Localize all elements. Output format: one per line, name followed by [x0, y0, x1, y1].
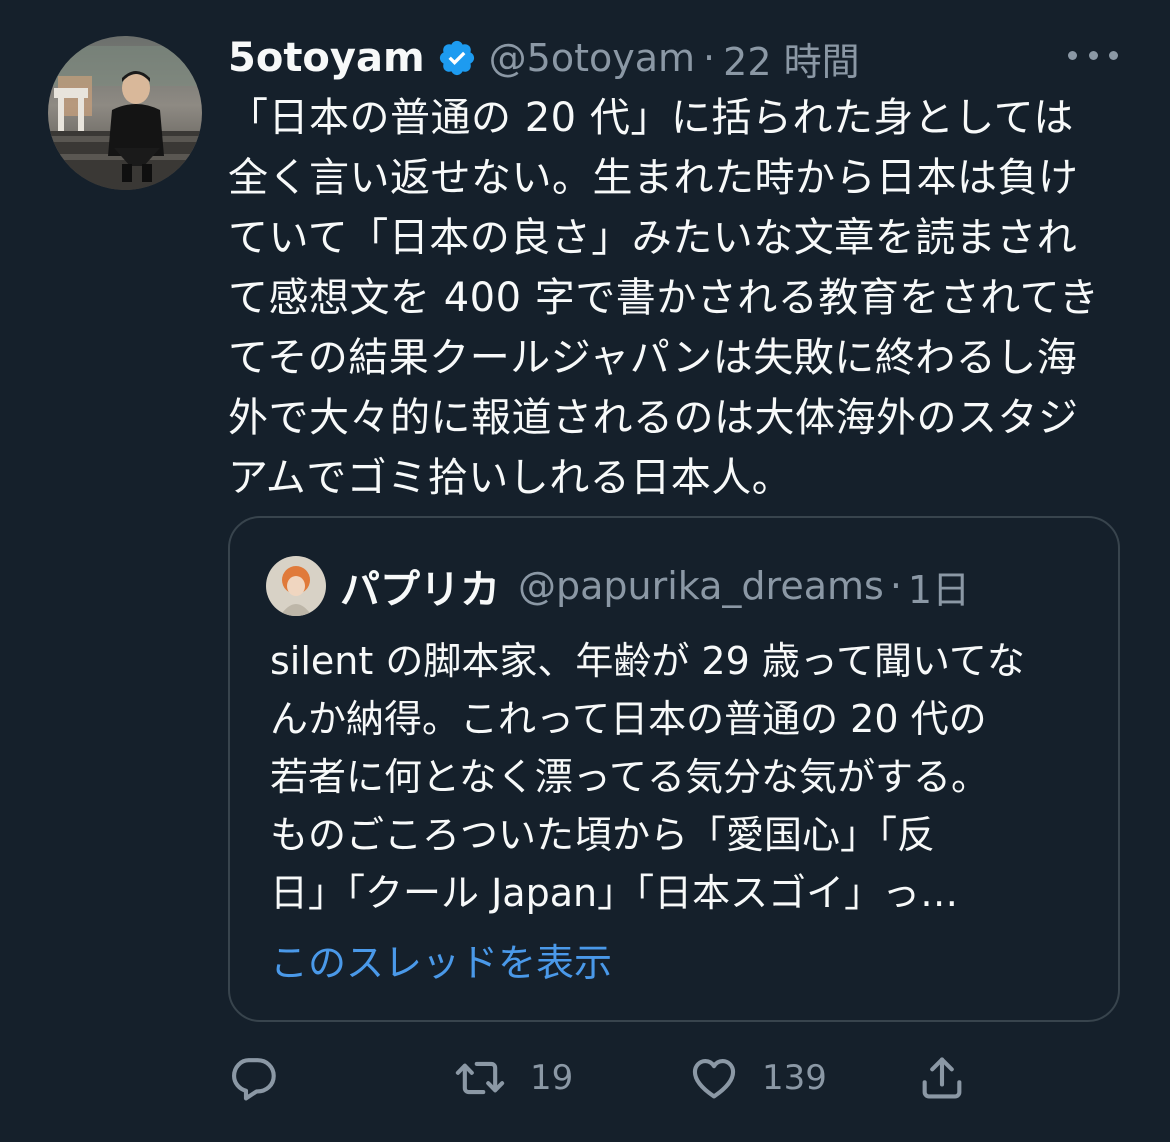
tweet-body-line: て感想文を 400 字で書かされる教育をされてき: [228, 275, 1100, 321]
share-upload-icon: [916, 1052, 968, 1104]
heart-icon: [688, 1052, 740, 1104]
separator-dot: ·: [703, 36, 716, 80]
tweet-body-line: 外で大々的に報道されるのは大体海外のスタジ: [228, 395, 1079, 441]
verified-badge-icon[interactable]: [437, 38, 477, 78]
like-button[interactable]: 139: [688, 1048, 827, 1108]
quoted-body-line: ものごころついた頃から「愛国心」「反: [270, 813, 936, 857]
tweet-timestamp[interactable]: 22 時間: [723, 31, 859, 86]
tweet-body-line: 全く言い返せない。生まれた時から日本は負け: [228, 155, 1079, 201]
reply-bubble-icon: [228, 1052, 280, 1104]
quoted-tweet-body: silent の脚本家、年齢が 29 歳って聞いてな んか納得。これって日本の普…: [270, 632, 1100, 922]
quoted-author-avatar[interactable]: [266, 556, 326, 616]
separator-dot: ·: [889, 564, 902, 608]
tweet[interactable]: 5otoyam @5otoyam · 22 時間 「日本の普通の 20 代」に括…: [0, 0, 1170, 1142]
quoted-tweet-card[interactable]: パプリカ @papurika_dreams · 1日 silent の脚本家、年…: [228, 516, 1120, 1022]
quoted-display-name[interactable]: パプリカ: [340, 557, 500, 615]
author-display-name[interactable]: 5otoyam: [228, 35, 425, 81]
quoted-body-line: 日」「クール Japan」「日本スゴイ」っ…: [270, 871, 959, 915]
reply-button[interactable]: [228, 1048, 302, 1108]
quoted-timestamp[interactable]: 1日: [908, 559, 970, 614]
tweet-header: 5otoyam @5otoyam · 22 時間: [228, 30, 860, 86]
quoted-body-line: 若者に何となく漂ってる気分な気がする。: [270, 755, 989, 799]
tweet-body-line: てその結果クールジャパンは失敗に終わるし海: [228, 335, 1078, 381]
tweet-body-line: ていて「日本の良さ」みたいな文章を読まされ: [228, 215, 1078, 261]
like-count: 139: [762, 1058, 827, 1098]
retweet-count: 19: [530, 1058, 574, 1098]
share-button[interactable]: [916, 1048, 968, 1108]
quoted-body-line: silent の脚本家、年齢が 29 歳って聞いてな: [270, 639, 1025, 683]
retweet-button[interactable]: 19: [452, 1048, 573, 1108]
quoted-handle[interactable]: @papurika_dreams: [518, 564, 884, 608]
author-handle[interactable]: @5otoyam: [489, 36, 695, 80]
more-dots-icon[interactable]: [1068, 40, 1118, 70]
tweet-body-line: アムでゴミ拾いしれる日本人。: [228, 455, 793, 501]
author-avatar[interactable]: [48, 36, 202, 190]
quoted-tweet-header: パプリカ @papurika_dreams · 1日: [340, 558, 970, 614]
tweet-action-bar: 19 139: [228, 1048, 1128, 1108]
tweet-body: 「日本の普通の 20 代」に括られた身としては 全く言い返せない。生まれた時から…: [228, 88, 1128, 508]
show-thread-link[interactable]: このスレッドを表示: [270, 932, 612, 987]
tweet-body-line: 「日本の普通の 20 代」に括られた身としては: [228, 95, 1074, 141]
quoted-body-line: んか納得。これって日本の普通の 20 代の: [270, 697, 987, 741]
retweet-icon: [452, 1052, 508, 1104]
